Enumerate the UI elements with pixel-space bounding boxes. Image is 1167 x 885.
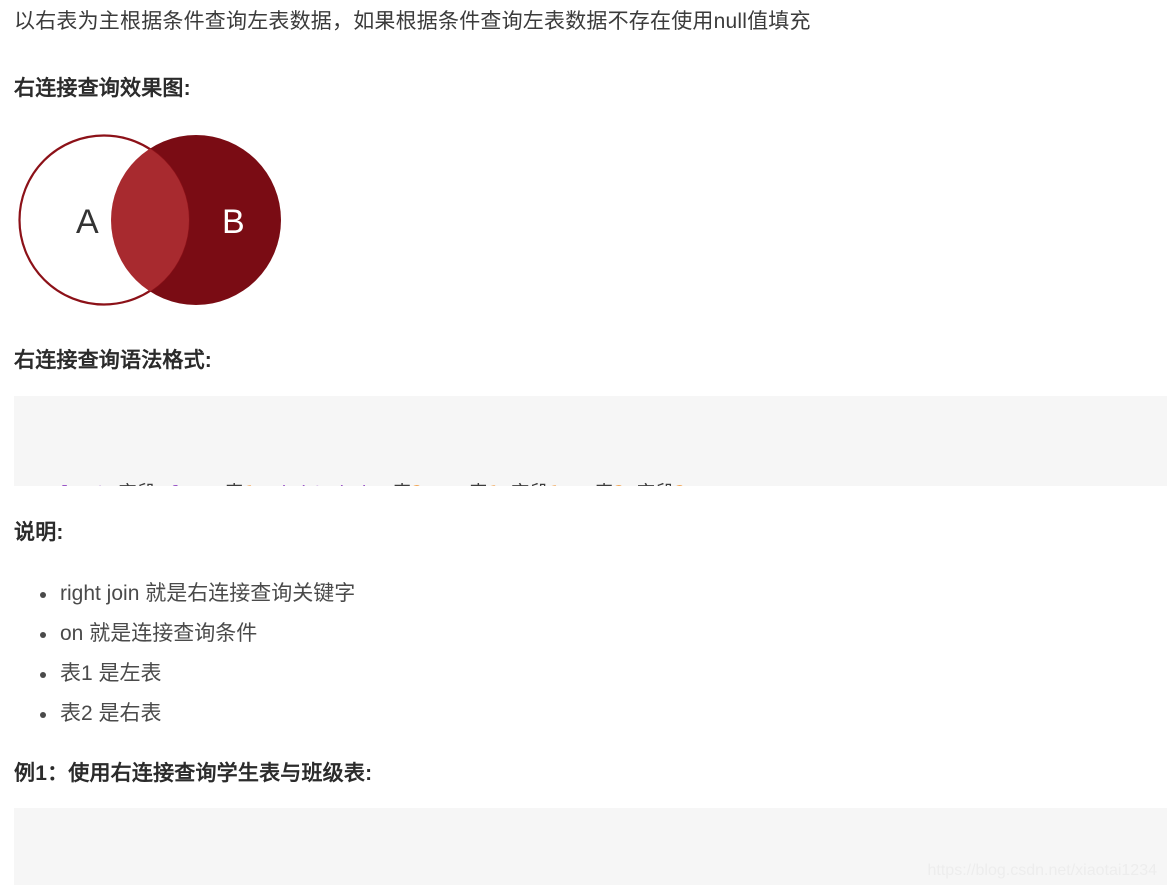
intro-paragraph: 以右表为主根据条件查询左表数据，如果根据条件查询左表数据不存在使用null值填充 bbox=[14, 10, 811, 33]
heading-description: 说明: bbox=[14, 521, 64, 544]
venn-diagram: A B bbox=[18, 130, 282, 310]
description-list: right join 就是右连接查询关键字 on 就是连接查询条件 表1 是左表… bbox=[14, 574, 355, 734]
venn-label-b: B bbox=[222, 203, 245, 241]
heading-syntax-format: 右连接查询语法格式: bbox=[14, 349, 212, 372]
watermark: https://blog.csdn.net/xiaotai1234 bbox=[927, 862, 1158, 879]
article-page: 以右表为主根据条件查询左表数据，如果根据条件查询左表数据不存在使用null值填充… bbox=[0, 0, 1167, 885]
heading-venn-diagram: 右连接查询效果图: bbox=[14, 77, 191, 100]
list-item: 表1 是左表 bbox=[39, 654, 355, 694]
venn-label-a: A bbox=[76, 203, 99, 241]
venn-diagram-svg: A B bbox=[18, 134, 281, 306]
code-block-syntax: select 字段 from 表1 right join 表2 on 表1.字段… bbox=[14, 396, 1167, 486]
code-line-syntax: select 字段 from 表1 right join 表2 on 表1.字段… bbox=[38, 480, 1167, 486]
list-item: 表2 是右表 bbox=[39, 694, 355, 734]
list-item: on 就是连接查询条件 bbox=[39, 614, 355, 654]
list-item: right join 就是右连接查询关键字 bbox=[39, 574, 355, 614]
heading-example-1: 例1：使用右连接查询学生表与班级表: bbox=[14, 762, 373, 785]
